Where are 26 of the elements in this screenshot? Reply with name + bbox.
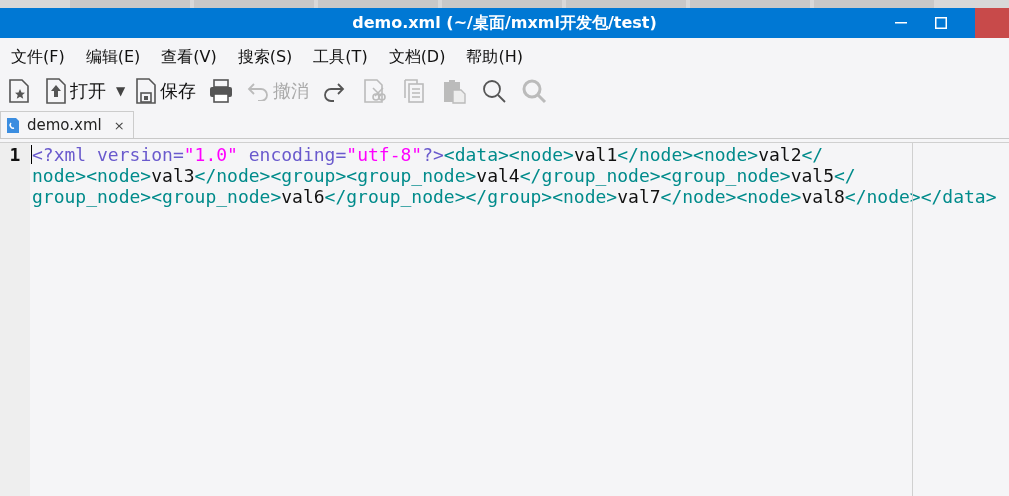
file-upload-icon [45,78,67,104]
menu-item[interactable]: 文档(D) [388,46,446,68]
save-icon [135,78,158,104]
file-icon [7,117,19,133]
menu-item[interactable]: 编辑(E) [85,46,141,68]
dropdown-button[interactable]: ▼ [116,84,126,98]
open-button[interactable]: 打开 [45,78,106,104]
close-tab-icon[interactable]: × [113,117,125,133]
menu-item[interactable]: 搜索(S) [237,46,293,68]
close-button[interactable] [975,8,1009,38]
file-tab[interactable]: demo.xml × [0,111,134,138]
window-title: demo.xml (~/桌面/mxml开发包/test) [352,12,657,34]
line-number: 1 [9,144,21,165]
save-button[interactable]: 保存 [135,78,197,104]
menu-item[interactable]: 文件(F) [11,46,65,68]
code-line: group_node><group_node>val6</group_node></group><node>val7</node><node>val8</node></data> [32,186,997,207]
menu-item[interactable]: 查看(V) [161,46,217,68]
code-line: node><node>val3</node><group><group_node>val4</group_node><group_node>val5</ [32,165,857,186]
code-line: <?xml version="1.0" encoding="utf-8"?><data><node>val1</node><node>val2</ [32,144,825,165]
menu-item[interactable]: 工具(T) [313,46,368,68]
print-icon[interactable] [208,78,235,104]
menu-item[interactable]: 帮助(H) [466,46,523,68]
undo-icon [246,81,271,101]
maximize-icon[interactable] [935,17,947,29]
search-icon[interactable] [481,78,508,104]
minimize-icon[interactable] [895,22,907,24]
